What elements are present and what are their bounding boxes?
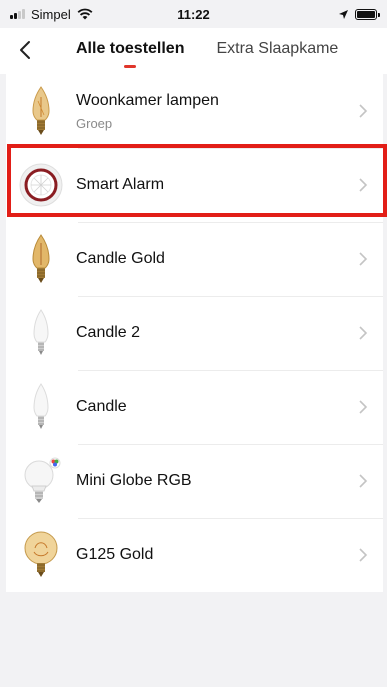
device-name: Woonkamer lampen xyxy=(76,91,219,109)
chevron-right-icon xyxy=(359,326,368,340)
status-bar: Simpel 11:22 xyxy=(0,0,387,28)
device-row-candle-2[interactable]: Candle 2 xyxy=(6,296,383,370)
chevron-right-icon xyxy=(359,104,368,118)
tab-extra-bedroom[interactable]: Extra Slaapkame xyxy=(216,40,338,58)
tab-label: Extra Slaapkame xyxy=(216,40,339,57)
smart-alarm-icon xyxy=(6,148,76,222)
device-row-woonkamer-lampen[interactable]: Woonkamer lampen Groep xyxy=(6,74,383,148)
device-info: Smart Alarm xyxy=(76,176,351,194)
chevron-right-icon xyxy=(359,474,368,488)
device-info: Woonkamer lampen Groep xyxy=(76,92,351,131)
tab-bar: Alle toestellen Extra Slaapkame xyxy=(76,40,338,68)
chevron-right-icon xyxy=(359,178,368,192)
device-row-candle[interactable]: Candle xyxy=(6,370,383,444)
device-info: Candle 2 xyxy=(76,324,351,342)
white-candle-bulb-icon xyxy=(6,296,76,370)
battery-icon xyxy=(355,8,380,20)
device-row-mini-globe-rgb[interactable]: Mini Globe RGB xyxy=(6,444,383,518)
device-name: Candle 2 xyxy=(76,324,141,341)
location-arrow-icon xyxy=(339,9,348,19)
device-name: Mini Globe RGB xyxy=(76,472,192,489)
active-tab-indicator xyxy=(124,65,137,68)
device-row-smart-alarm[interactable]: Smart Alarm xyxy=(6,148,383,222)
gold-candle-bulb-icon xyxy=(6,222,76,296)
device-subtitle: Groep xyxy=(76,115,113,131)
device-list-screen: Simpel 11:22 Alle toestellen Extra Slaap… xyxy=(0,0,387,687)
device-row-candle-gold[interactable]: Candle Gold xyxy=(6,222,383,296)
chevron-right-icon xyxy=(359,548,368,562)
device-info: Candle Gold xyxy=(76,250,351,268)
device-name: G125 Gold xyxy=(76,546,154,563)
empty-area xyxy=(6,592,383,687)
device-info: G125 Gold xyxy=(76,546,351,564)
tab-label: Alle toestellen xyxy=(76,40,185,57)
chevron-right-icon xyxy=(359,252,368,266)
device-list: Woonkamer lampen Groep Smart Alarm Candl… xyxy=(6,74,383,592)
mini-globe-rgb-bulb-icon xyxy=(6,444,76,518)
device-info: Mini Globe RGB xyxy=(76,472,351,490)
device-name: Candle xyxy=(76,398,127,415)
g125-gold-bulb-icon xyxy=(6,518,76,592)
header: Alle toestellen Extra Slaapkame xyxy=(0,28,387,74)
device-info: Candle xyxy=(76,398,351,416)
device-name: Smart Alarm xyxy=(76,176,165,193)
device-row-g125-gold[interactable]: G125 Gold xyxy=(6,518,383,592)
filament-candle-bulb-icon xyxy=(6,74,76,148)
back-chevron-icon[interactable] xyxy=(14,38,38,62)
tab-all-devices[interactable]: Alle toestellen xyxy=(76,40,185,68)
chevron-right-icon xyxy=(359,400,368,414)
status-time: 11:22 xyxy=(177,7,210,22)
device-name: Candle Gold xyxy=(76,250,165,267)
right-edge xyxy=(383,0,387,687)
white-candle-bulb-icon xyxy=(6,370,76,444)
status-right xyxy=(338,8,380,20)
